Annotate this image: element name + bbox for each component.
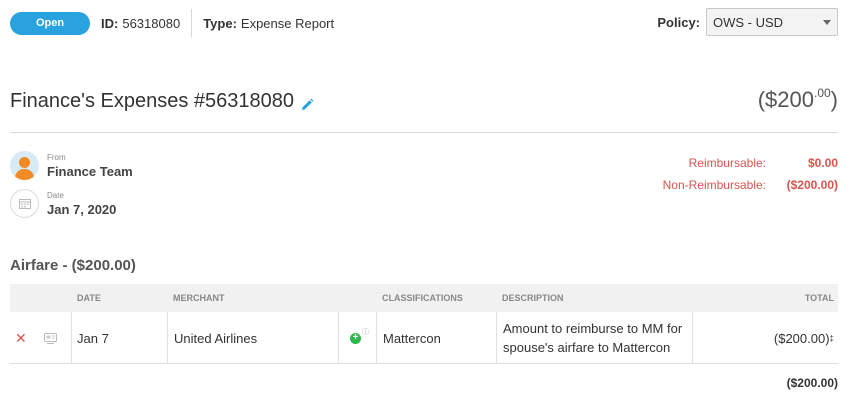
title-divider (10, 132, 838, 133)
report-total-cents: .00 (813, 86, 831, 100)
id-key: ID: (101, 15, 119, 31)
avatar (10, 151, 39, 180)
info-icon: ⓘ (362, 329, 369, 336)
column-classifications[interactable]: CLASSIFICATIONS (382, 293, 463, 303)
column-description[interactable]: DESCRIPTION (502, 293, 564, 303)
policy-select[interactable]: OWS - USD (706, 8, 838, 36)
column-total[interactable]: TOTAL (805, 293, 834, 303)
report-total-main: ($200 (757, 87, 814, 112)
policy-label: Policy: (657, 14, 700, 30)
expense-total-marker: ‡ (829, 333, 834, 343)
plus-icon: + (350, 332, 361, 344)
add-classification-button[interactable]: + ⓘ (350, 312, 369, 364)
calendar-icon (10, 189, 39, 218)
delete-expense-button[interactable]: ✕ (15, 312, 27, 364)
expense-date: Jan 7 (77, 330, 109, 346)
report-title-row: Finance's Expenses #56318080 ($200.00) (10, 86, 838, 122)
column-divider (692, 312, 693, 364)
from-text: From Finance Team (47, 153, 133, 179)
close-icon: ✕ (15, 329, 27, 346)
report-title: Finance's Expenses #56318080 (10, 90, 314, 113)
report-title-text: Finance's Expenses #56318080 (10, 90, 295, 112)
table-row[interactable]: ✕ Jan 7 United Airlines + ⓘ Mattercon Am… (10, 312, 838, 364)
expense-classification: Mattercon (383, 330, 441, 346)
id-value: 56318080 (122, 15, 181, 31)
date-value: Jan 7, 2020 (47, 201, 117, 217)
status-button[interactable]: Open (10, 11, 90, 35)
from-label: From (47, 152, 66, 162)
edit-pencil-icon[interactable] (300, 95, 314, 110)
policy-field: Policy: OWS - USD (657, 8, 838, 36)
expense-total: ($200.00) ‡ (774, 312, 834, 364)
reimbursable-line: Reimbursable: $0.00 (663, 152, 838, 174)
non-reimbursable-line: Non-Reimbursable: ($200.00) (663, 174, 838, 196)
expense-total-value: ($200.00) (773, 330, 830, 346)
report-total-close: ) (830, 87, 838, 112)
from-info: From Finance Team (10, 151, 133, 180)
header-divider (191, 9, 193, 37)
reimbursement-summary: Reimbursable: $0.00 Non-Reimbursable: ($… (663, 152, 838, 196)
expense-merchant: United Airlines (174, 330, 258, 346)
type-value: Expense Report (240, 15, 335, 31)
column-divider (167, 312, 168, 364)
column-divider (338, 312, 339, 364)
expense-description: Amount to reimburse to MM for spouse's a… (503, 312, 682, 364)
chevron-down-icon (823, 20, 831, 25)
date-text: Date Jan 7, 2020 (47, 191, 116, 217)
receipt-icon[interactable] (44, 312, 57, 364)
expense-description-line-1: Amount to reimburse to MM for (503, 321, 683, 336)
type-key: Type: (203, 15, 237, 31)
from-value: Finance Team (47, 163, 133, 179)
table-footer-total: ($200.00) (786, 376, 838, 390)
date-info: Date Jan 7, 2020 (10, 189, 116, 218)
reimbursable-label: Reimbursable: (688, 156, 766, 170)
report-id: ID: 56318080 (101, 16, 180, 31)
report-header-bar: Open ID: 56318080 Type: Expense Report P… (10, 8, 838, 37)
column-divider (376, 312, 377, 364)
report-total: ($200.00) (758, 86, 838, 113)
avatar-head (19, 157, 30, 168)
column-merchant[interactable]: MERCHANT (173, 293, 225, 303)
table-header: DATE MERCHANT CLASSIFICATIONS DESCRIPTIO… (10, 284, 838, 312)
date-label: Date (47, 190, 64, 200)
category-section-title: Airfare - ($200.00) (10, 257, 136, 274)
non-reimbursable-label: Non-Reimbursable: (662, 178, 766, 192)
column-date[interactable]: DATE (77, 293, 101, 303)
column-divider (71, 312, 72, 364)
non-reimbursable-value: ($200.00) (786, 178, 838, 192)
reimbursable-value: $0.00 (807, 156, 838, 170)
avatar-body (15, 169, 34, 180)
expense-description-line-2: spouse's airfare to Mattercon (503, 340, 671, 355)
report-type: Type: Expense Report (203, 16, 334, 31)
column-divider (496, 312, 497, 364)
policy-selected-value: OWS - USD (713, 14, 784, 30)
expense-table: DATE MERCHANT CLASSIFICATIONS DESCRIPTIO… (10, 284, 838, 364)
